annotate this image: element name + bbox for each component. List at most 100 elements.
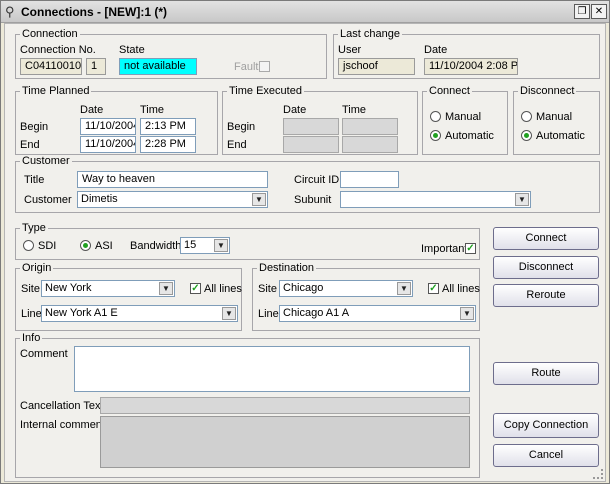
connection-number-label: Connection No. bbox=[20, 44, 96, 56]
cancellation-text-field bbox=[100, 397, 470, 414]
executed-end-label: End bbox=[227, 139, 247, 151]
chevron-down-icon[interactable]: ▼ bbox=[222, 307, 236, 320]
planned-time-header: Time bbox=[140, 104, 165, 116]
origin-all-lines-checkbox[interactable]: ✓ bbox=[190, 283, 201, 294]
origin-site-select[interactable]: New York ▼ bbox=[41, 280, 175, 297]
type-sdi-radio[interactable] bbox=[23, 240, 34, 251]
chevron-down-icon[interactable]: ▼ bbox=[397, 282, 411, 295]
time-executed-group-title: Time Executed bbox=[227, 85, 304, 97]
connection-group: Connection Connection No. C041100107 1 S… bbox=[15, 28, 327, 79]
destination-line-select[interactable]: Chicago A1 A ▼ bbox=[279, 305, 476, 322]
important-label: Important bbox=[421, 243, 468, 255]
info-group-title: Info bbox=[20, 332, 43, 344]
chevron-down-icon[interactable]: ▼ bbox=[460, 307, 474, 320]
state-field: not available bbox=[119, 58, 197, 75]
origin-site-label: Site bbox=[21, 283, 40, 295]
executed-end-date-field bbox=[283, 136, 339, 153]
connect-automatic-radio[interactable] bbox=[430, 130, 441, 141]
disconnect-automatic-radio[interactable] bbox=[521, 130, 532, 141]
origin-group: Origin Site New York ▼ ✓ All lines Line … bbox=[15, 262, 242, 331]
radio-selected-dot bbox=[433, 133, 438, 138]
internal-comment-label: Internal comment bbox=[20, 419, 105, 431]
connections-window: ⚲ Connections - [NEW]:1 (*) ❐ ✕ Connecti… bbox=[0, 0, 610, 484]
chevron-down-icon[interactable]: ▼ bbox=[214, 239, 228, 252]
close-button[interactable]: ✕ bbox=[591, 4, 607, 19]
customer-title-input[interactable]: Way to heaven bbox=[77, 171, 268, 188]
disconnect-mode-group: Disconnect Manual Automatic bbox=[513, 85, 600, 155]
executed-begin-label: Begin bbox=[227, 121, 256, 133]
subunit-label: Subunit bbox=[294, 194, 332, 206]
subunit-select[interactable]: ▼ bbox=[340, 191, 531, 208]
planned-end-date-input[interactable]: 11/10/2004 bbox=[80, 136, 136, 153]
fault-label: Fault bbox=[234, 61, 259, 73]
connect-manual-radio[interactable] bbox=[430, 111, 441, 122]
reroute-button[interactable]: Reroute bbox=[493, 284, 599, 307]
planned-begin-date-input[interactable]: 11/10/2004 bbox=[80, 118, 136, 135]
connect-manual-label: Manual bbox=[445, 111, 482, 123]
customer-select[interactable]: Dimetis ▼ bbox=[77, 191, 268, 208]
time-executed-group: Time Executed Date Time Begin End bbox=[222, 85, 418, 155]
disconnect-mode-group-title: Disconnect bbox=[518, 85, 577, 97]
customer-title-label: Title bbox=[24, 174, 45, 186]
disconnect-button[interactable]: Disconnect bbox=[493, 256, 599, 279]
origin-site-value: New York bbox=[45, 282, 92, 294]
origin-group-title: Origin bbox=[20, 262, 54, 274]
origin-all-lines-label: All lines bbox=[204, 283, 242, 295]
chevron-down-icon[interactable]: ▼ bbox=[159, 282, 173, 295]
restore-button[interactable]: ❐ bbox=[574, 4, 590, 19]
customer-group: Customer Title Way to heaven Customer Di… bbox=[15, 155, 600, 213]
connect-button[interactable]: Connect bbox=[493, 227, 599, 250]
planned-end-label: End bbox=[20, 139, 40, 151]
type-sdi-label: SDI bbox=[38, 240, 57, 252]
app-icon: ⚲ bbox=[5, 4, 15, 19]
type-asi-label: ASI bbox=[95, 240, 113, 252]
connect-mode-group: Connect Manual Automatic bbox=[422, 85, 508, 155]
bandwidth-select-value: 15 bbox=[184, 239, 197, 251]
executed-end-time-field bbox=[342, 136, 398, 153]
origin-line-select[interactable]: New York A1 E ▼ bbox=[41, 305, 238, 322]
last-change-group-title: Last change bbox=[338, 28, 402, 40]
customer-select-value: Dimetis bbox=[81, 193, 118, 205]
destination-group-title: Destination bbox=[257, 262, 317, 274]
planned-begin-time-input[interactable]: 2:13 PM bbox=[140, 118, 196, 135]
planned-end-time-input[interactable]: 2:28 PM bbox=[140, 136, 196, 153]
bandwidth-select[interactable]: 15 ▼ bbox=[180, 237, 230, 254]
last-change-date-label: Date bbox=[424, 44, 448, 56]
radio-selected-dot bbox=[83, 243, 88, 248]
important-checkbox[interactable]: ✓ bbox=[465, 243, 476, 254]
customer-group-title: Customer bbox=[20, 155, 72, 167]
customer-label: Customer bbox=[24, 194, 72, 206]
resize-grip-icon[interactable] bbox=[593, 469, 603, 479]
user-label: User bbox=[338, 44, 362, 56]
comment-textarea[interactable] bbox=[74, 346, 470, 392]
user-field: jschoof bbox=[338, 58, 415, 75]
disconnect-manual-radio[interactable] bbox=[521, 111, 532, 122]
cancel-button[interactable]: Cancel bbox=[493, 444, 599, 467]
circuit-id-input[interactable] bbox=[340, 171, 399, 188]
destination-line-value: Chicago A1 A bbox=[283, 307, 350, 319]
disconnect-automatic-label: Automatic bbox=[536, 130, 585, 142]
executed-begin-time-field bbox=[342, 118, 398, 135]
planned-begin-label: Begin bbox=[20, 121, 49, 133]
title-bar[interactable]: ⚲ Connections - [NEW]:1 (*) ❐ ✕ bbox=[1, 1, 609, 23]
cancellation-text-label: Cancellation Text bbox=[20, 400, 104, 412]
type-asi-radio[interactable] bbox=[80, 240, 91, 251]
comment-label: Comment bbox=[20, 348, 68, 360]
origin-line-label: Line bbox=[21, 308, 42, 320]
fault-checkbox[interactable] bbox=[259, 61, 270, 72]
radio-selected-dot bbox=[524, 133, 529, 138]
route-button[interactable]: Route bbox=[493, 362, 599, 385]
destination-all-lines-checkbox[interactable]: ✓ bbox=[428, 283, 439, 294]
connection-number-field: C041100107 bbox=[20, 58, 82, 75]
connection-number-suffix: 1 bbox=[86, 58, 106, 75]
executed-date-header: Date bbox=[283, 104, 307, 116]
chevron-down-icon[interactable]: ▼ bbox=[515, 193, 529, 206]
dialog-body: Connection Connection No. C041100107 1 S… bbox=[4, 23, 606, 482]
copy-connection-button[interactable]: Copy Connection bbox=[493, 413, 599, 438]
destination-line-label: Line bbox=[258, 308, 279, 320]
info-group: Info Comment Cancellation Text Internal … bbox=[15, 332, 480, 478]
bandwidth-label: Bandwidth bbox=[130, 240, 182, 252]
chevron-down-icon[interactable]: ▼ bbox=[252, 193, 266, 206]
state-label: State bbox=[119, 44, 145, 56]
destination-site-select[interactable]: Chicago ▼ bbox=[279, 280, 413, 297]
